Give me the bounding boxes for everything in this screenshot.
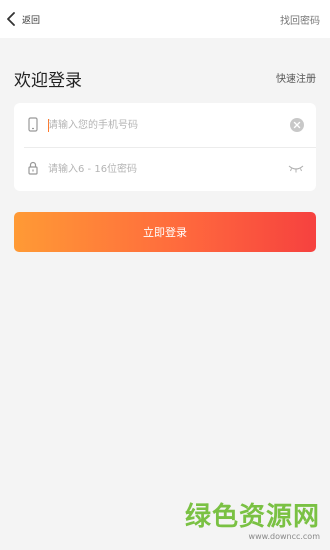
chevron-left-icon xyxy=(6,12,16,26)
phone-input[interactable] xyxy=(48,115,278,135)
watermark: 绿色资源网 www.downcc.com xyxy=(185,502,320,542)
eye-closed-icon[interactable] xyxy=(288,164,304,173)
password-input[interactable] xyxy=(48,159,278,179)
lock-icon xyxy=(28,161,38,175)
password-field-row xyxy=(14,147,316,191)
top-bar: 返回 找回密码 xyxy=(0,0,330,38)
forgot-password-link[interactable]: 找回密码 xyxy=(280,12,320,27)
login-form xyxy=(14,103,316,191)
phone-field-row xyxy=(14,103,316,147)
back-button[interactable]: 返回 xyxy=(6,8,40,30)
clear-icon[interactable] xyxy=(290,118,304,132)
watermark-logo-text: 绿色资源网 xyxy=(184,502,320,532)
watermark-url: www.downcc.com xyxy=(248,532,320,541)
phone-icon xyxy=(28,117,38,132)
back-label: 返回 xyxy=(22,15,41,26)
quick-register-link[interactable]: 快速注册 xyxy=(276,70,316,85)
login-button[interactable]: 立即登录 xyxy=(14,212,316,252)
page-title: 欢迎登录 xyxy=(14,71,82,91)
